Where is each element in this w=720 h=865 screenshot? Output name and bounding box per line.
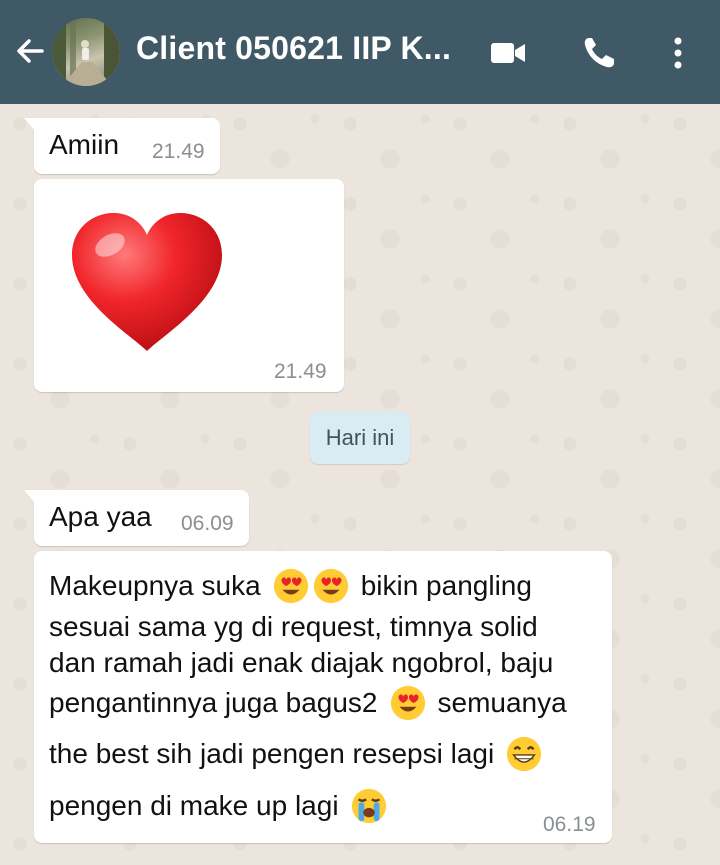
message-line: the best sih jadi pengen resepsi lagi	[49, 735, 544, 773]
video-call-icon[interactable]	[488, 34, 528, 72]
message-time: 21.49	[274, 360, 327, 383]
message-line: sesuai sama yg di request, timnya solid	[49, 611, 538, 642]
message-bubble[interactable]: Amiin 21.49	[24, 118, 220, 174]
message-text: Apa yaa	[49, 501, 152, 532]
message-bubble[interactable]: Makeupnya suka bikin pangling sesuai sam…	[34, 551, 612, 843]
message-line: pengen di make up lagi	[49, 787, 389, 825]
heart-eyes-emoji-icon	[313, 568, 348, 604]
message-line: dan ramah jadi enak diajak ngobrol, baju	[49, 647, 554, 678]
phone-icon[interactable]	[580, 34, 620, 72]
red-heart-sticker	[72, 213, 222, 351]
message-line: Makeupnya suka bikin pangling	[49, 567, 532, 605]
message-time: 21.49	[152, 140, 205, 163]
back-arrow-icon[interactable]	[12, 33, 48, 69]
more-vert-icon[interactable]	[660, 34, 696, 72]
grinning-emoji-icon	[507, 736, 542, 772]
chat-header: Client 050621 IIP K...	[0, 0, 720, 104]
sticker-message[interactable]: 21.49	[34, 179, 344, 392]
contact-name[interactable]: Client 050621 IIP K...	[136, 30, 466, 67]
heart-eyes-emoji-icon	[273, 568, 308, 604]
message-time: 06.09	[181, 512, 234, 535]
contact-avatar[interactable]	[52, 18, 120, 86]
date-divider: Hari ini	[310, 412, 410, 464]
message-text: Amiin	[49, 129, 120, 160]
message-bubble[interactable]: Apa yaa 06.09	[24, 490, 249, 546]
message-time: 06.19	[543, 813, 596, 836]
heart-eyes-emoji-icon	[390, 685, 425, 721]
loudly-crying-emoji-icon	[351, 788, 386, 824]
message-line: pengantinnya juga bagus2 semuanya	[49, 684, 567, 722]
